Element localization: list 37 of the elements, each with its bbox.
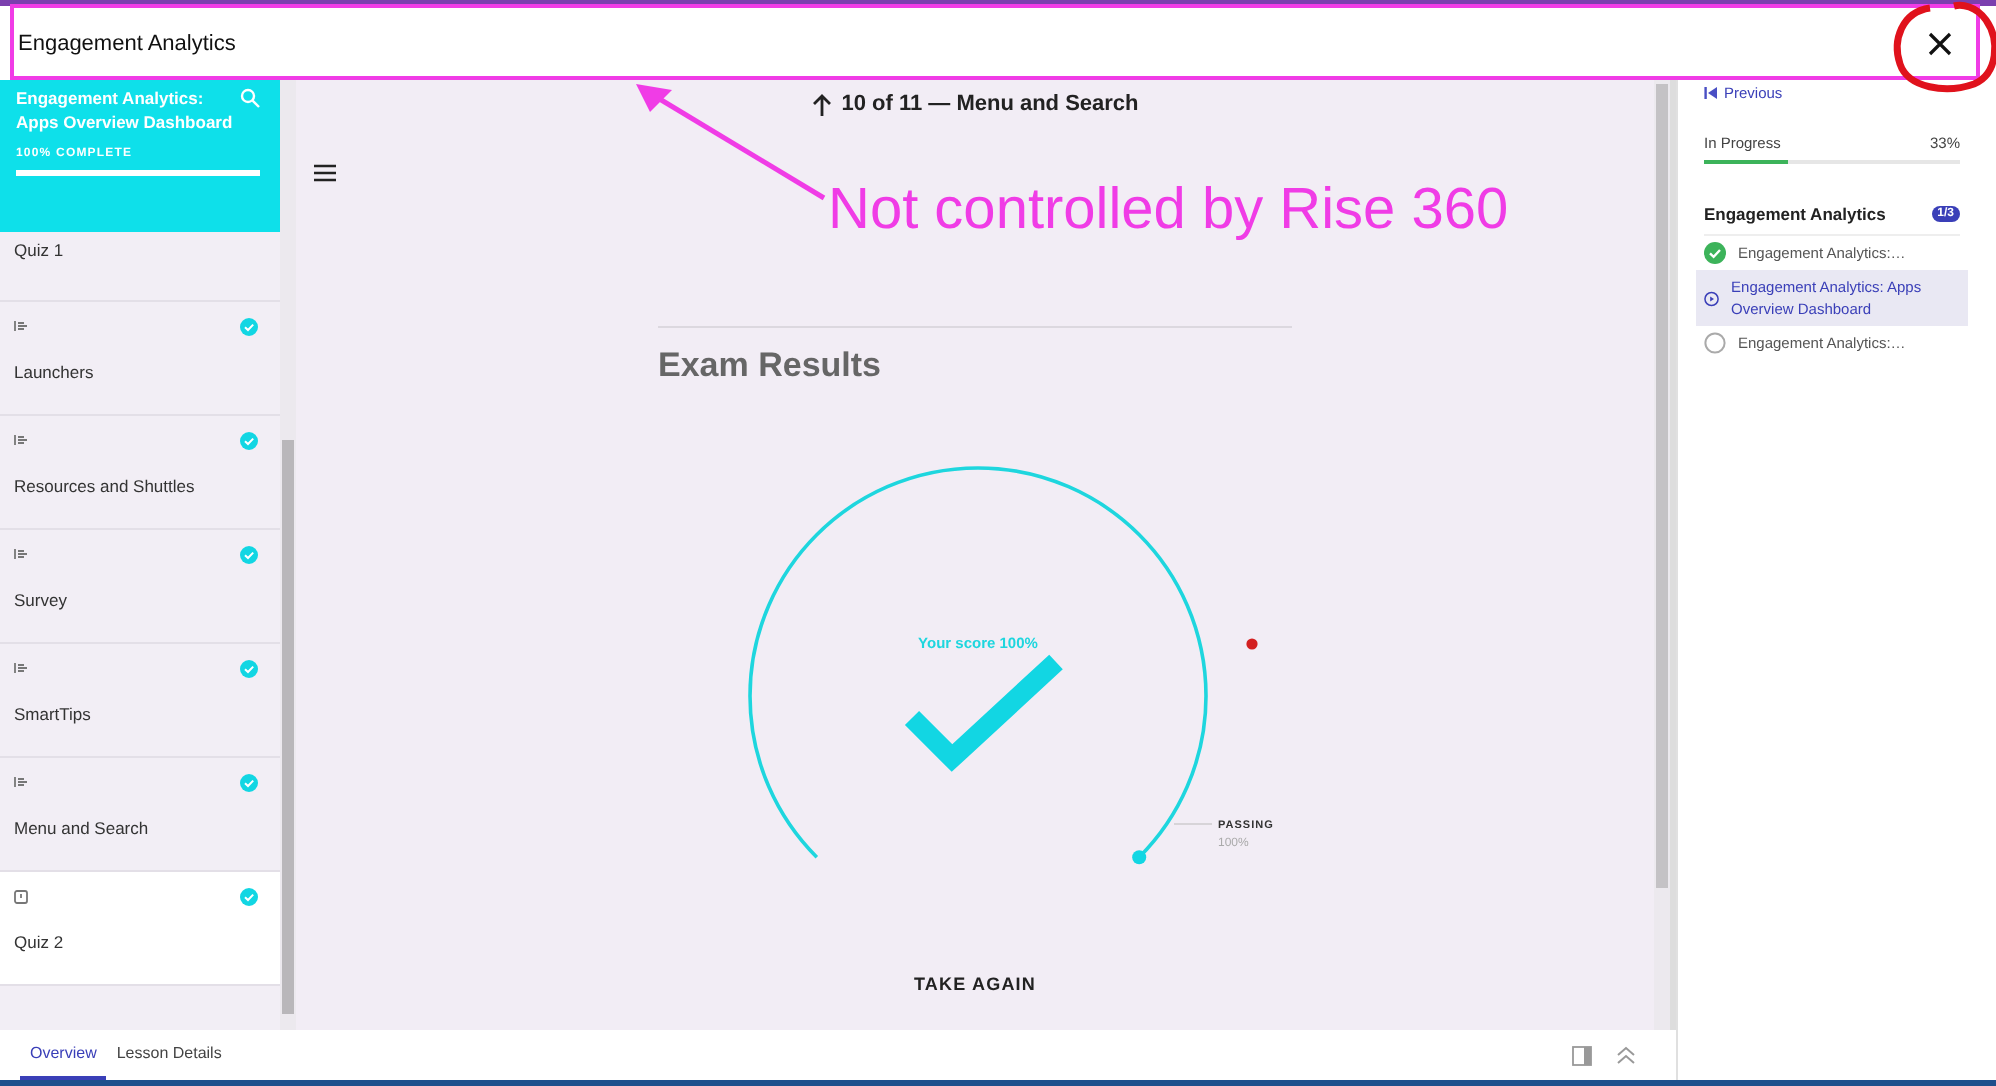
take-again-button[interactable]: TAKE AGAIN (906, 970, 1044, 998)
lesson-label: Survey (14, 590, 69, 610)
lesson-icon (14, 434, 28, 446)
play-circle-icon (1704, 287, 1720, 309)
search-icon[interactable] (240, 88, 260, 108)
up-arrow-icon[interactable] (811, 93, 832, 115)
score-thumb (1132, 850, 1147, 865)
lesson-label: Resources and Shuttles (14, 476, 197, 496)
annotation-text: Not controlled by Rise 360 (828, 178, 1509, 244)
section-title: Engagement Analytics (1704, 204, 1886, 224)
lesson-icon (14, 776, 28, 788)
scrollbar[interactable] (280, 80, 296, 1030)
lesson-label: Menu and Search (14, 818, 151, 838)
lesson-label: Launchers (14, 362, 96, 382)
lesson-icon (14, 548, 28, 560)
tab[interactable]: Lesson Details (106, 1030, 232, 1080)
lesson-icon (14, 662, 28, 674)
scrollbar[interactable] (1654, 80, 1670, 1030)
quiz-icon (14, 889, 28, 903)
menu-icon[interactable] (314, 164, 336, 182)
lesson-label: Quiz 1 (14, 240, 66, 260)
skip-back-icon (1704, 86, 1718, 100)
lesson-item[interactable]: Quiz 2 (0, 872, 280, 986)
lesson-label: SmartTips (14, 704, 93, 724)
exam-heading: Exam Results (658, 346, 881, 386)
checkmark-icon (904, 654, 1063, 772)
empty-circle-icon (1704, 332, 1726, 354)
marker-dot (1246, 638, 1258, 650)
close-icon[interactable] (1926, 29, 1954, 57)
course-title: Engagement Analytics: Apps Overview Dashboard (16, 86, 235, 134)
check-circle-icon (1704, 242, 1726, 264)
lesson-label: Quiz 2 (14, 932, 66, 952)
lesson-position: 10 of 11 — Menu and Search (841, 92, 1139, 116)
window-title: Engagement Analytics (18, 31, 236, 55)
double-chevron-up-icon[interactable] (1616, 1046, 1636, 1064)
panel-icon[interactable] (1572, 1045, 1592, 1065)
lesson-icon (14, 320, 28, 332)
